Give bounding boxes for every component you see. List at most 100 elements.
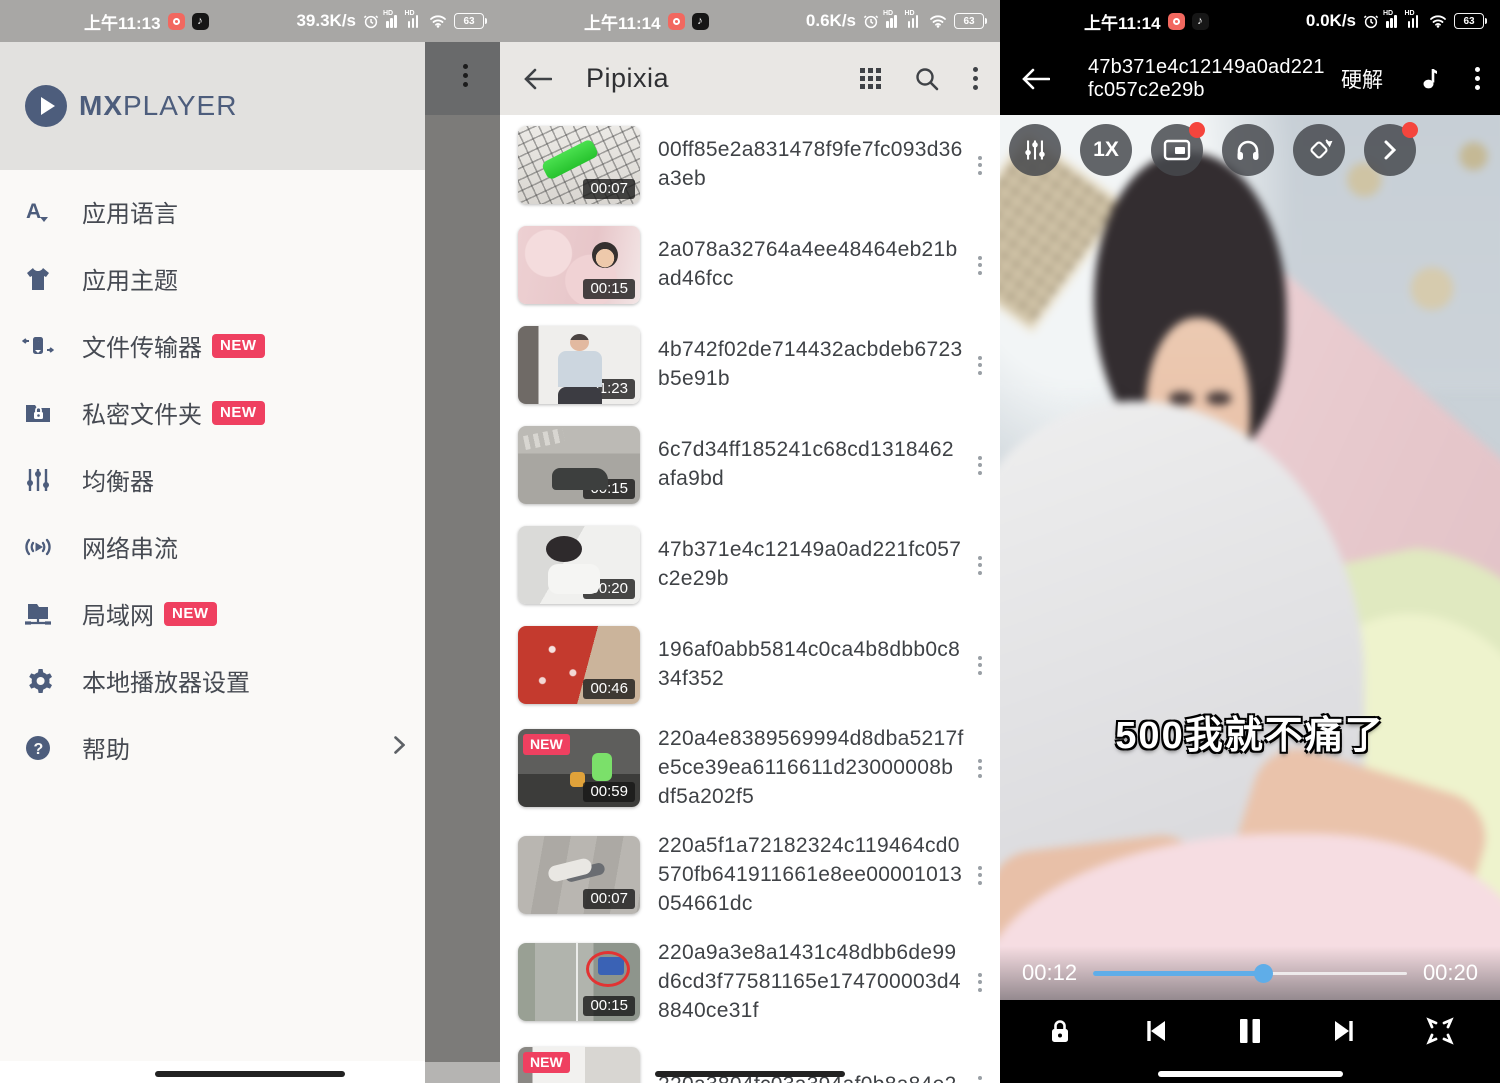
file-options-button[interactable] [974, 450, 986, 481]
net-speed: 39.3K/s [296, 11, 356, 31]
lock-button[interactable] [1036, 1007, 1084, 1055]
duration-badge: 00:07 [583, 889, 635, 909]
player-title-bar: 47b371e4c12149a0ad221 fc057c2e29b 硬解 [1000, 42, 1500, 115]
video-thumbnail: 00:15 [518, 226, 640, 304]
mx-player-logo: MXPLAYER [25, 85, 237, 127]
dimmed-content [425, 115, 500, 1062]
wifi-icon [429, 14, 447, 28]
elapsed-time: 00:12 [1022, 960, 1077, 986]
more-controls-button[interactable] [1364, 124, 1416, 176]
video-thumbnail: 00:15 [518, 426, 640, 504]
file-options-button[interactable] [974, 650, 986, 681]
overflow-menu-button[interactable] [973, 67, 978, 90]
previous-button[interactable] [1131, 1007, 1179, 1055]
overflow-menu-button[interactable] [1475, 67, 1480, 90]
seek-bar-fill [1093, 971, 1262, 976]
next-button[interactable] [1321, 1007, 1369, 1055]
seek-bar[interactable] [1093, 972, 1407, 975]
new-badge: NEW [523, 1052, 570, 1073]
file-options-button[interactable] [974, 550, 986, 581]
battery-icon: 63 [954, 13, 984, 29]
equalizer-icon [18, 465, 58, 495]
seek-bar-row: 00:12 00:20 [1000, 946, 1500, 1000]
dimmed-background[interactable] [425, 42, 500, 1083]
screen-record-icon [668, 13, 685, 30]
settings-gear-icon [18, 666, 58, 696]
audio-mode-button[interactable] [1222, 124, 1274, 176]
tiktok-notification-icon: ♪ [1192, 13, 1209, 30]
status-bar: 上午11:14 ♪ 0.0K/s HD HD 63 [1000, 0, 1500, 42]
file-options-button[interactable] [974, 150, 986, 181]
menu-item-network-stream[interactable]: 网络串流 [0, 513, 425, 580]
new-badge: NEW [523, 734, 570, 755]
file-options-button[interactable] [974, 1070, 986, 1083]
file-options-button[interactable] [974, 967, 986, 998]
overflow-menu-icon [463, 64, 468, 87]
menu-item-lan[interactable]: 局域网 NEW [0, 580, 425, 647]
menu-item-equalizer[interactable]: 均衡器 [0, 446, 425, 513]
file-options-button[interactable] [974, 250, 986, 281]
menu-item-app-theme[interactable]: 应用主题 [0, 245, 425, 312]
menu-item-local-player-settings[interactable]: 本地播放器设置 [0, 647, 425, 714]
menu-item-help[interactable]: ? 帮助 [0, 714, 425, 781]
file-row[interactable]: 00:15 2a078a32764a4ee48464eb21bad46fcc [500, 215, 1000, 315]
duration-badge: 00:15 [583, 279, 635, 299]
alarm-icon [863, 13, 879, 29]
panel-file-list: 上午11:14 ♪ 0.6K/s HD HD 63 Pipixia [500, 0, 1000, 1083]
file-row[interactable]: 00:07 00ff85e2a831478f9fe7fc093d36a3eb [500, 115, 1000, 215]
file-name: 220a4e8389569994d8dba5217fe5ce39ea611661… [658, 725, 964, 812]
video-surface[interactable]: 1X 500我就不痛了 00:12 [1000, 115, 1500, 1000]
rotate-screen-button[interactable] [1293, 124, 1345, 176]
status-bar: 上午11:13 ♪ 39.3K/s HD HD 63 [0, 0, 500, 42]
home-indicator[interactable] [1158, 1071, 1343, 1077]
menu-item-app-language[interactable]: A 应用语言 [0, 178, 425, 245]
translate-icon: A [18, 197, 58, 227]
video-thumbnail: NEW [518, 1047, 640, 1083]
duration-badge: 00:07 [583, 179, 635, 199]
file-row[interactable]: 00:15 6c7d34ff185241c68cd1318462afa9bd [500, 415, 1000, 515]
back-button[interactable] [522, 65, 552, 93]
search-button[interactable] [914, 66, 940, 92]
lan-icon [18, 599, 58, 629]
notification-dot [1402, 122, 1418, 138]
file-row[interactable]: 00:15 220a9a3e8a1431c48dbb6de99d6cd3f775… [500, 929, 1000, 1036]
tshirt-icon [18, 264, 58, 294]
player-bottom-bar [1000, 1000, 1500, 1062]
back-button[interactable] [1020, 65, 1050, 93]
equalizer-button[interactable] [1009, 124, 1061, 176]
grid-view-button[interactable] [860, 68, 881, 89]
battery-icon: 63 [454, 13, 484, 29]
network-stream-icon [18, 532, 58, 562]
file-row[interactable]: NEW 00:59 220a4e8389569994d8dba5217fe5ce… [500, 715, 1000, 822]
file-options-button[interactable] [974, 350, 986, 381]
signal-icon-sim2: HD [1408, 14, 1423, 28]
file-row[interactable]: 00:07 220a5f1a72182324c119464cd0570fb641… [500, 822, 1000, 929]
menu-label: 本地播放器设置 [82, 663, 250, 698]
file-row[interactable]: 00:46 196af0abb5814c0ca4b8dbb0c834f352 [500, 615, 1000, 715]
file-options-button[interactable] [974, 860, 986, 891]
video-file-list: 00:07 00ff85e2a831478f9fe7fc093d36a3eb 0… [500, 115, 1000, 1083]
private-folder-icon [18, 398, 58, 428]
clock-time: 上午11:14 [1084, 9, 1161, 34]
menu-label: 网络串流 [82, 529, 178, 564]
seek-bar-thumb[interactable] [1254, 964, 1273, 983]
menu-label: 私密文件夹 [82, 395, 202, 430]
fullscreen-button[interactable] [1416, 1007, 1464, 1055]
file-row[interactable]: 01:23 4b742f02de714432acbdeb6723b5e91b [500, 315, 1000, 415]
menu-item-private-folder[interactable]: 私密文件夹 NEW [0, 379, 425, 446]
menu-item-file-transfer[interactable]: 文件传输器 NEW [0, 312, 425, 379]
pip-button[interactable] [1151, 124, 1203, 176]
duration-badge: 01:23 [583, 379, 635, 399]
file-row[interactable]: 00:20 47b371e4c12149a0ad221fc057c2e29b [500, 515, 1000, 615]
tiktok-notification-icon: ♪ [192, 13, 209, 30]
playback-speed-button[interactable]: 1X [1080, 124, 1132, 176]
pause-button[interactable] [1226, 1007, 1274, 1055]
dimmed-navbar [425, 1062, 500, 1083]
audio-track-button[interactable] [1417, 66, 1441, 92]
decoder-toggle[interactable]: 硬解 [1341, 64, 1383, 94]
clock-time: 上午11:14 [584, 9, 661, 34]
file-options-button[interactable] [974, 753, 986, 784]
chevron-right-icon [393, 735, 405, 760]
home-indicator[interactable] [655, 1071, 845, 1077]
home-indicator[interactable] [155, 1071, 345, 1077]
